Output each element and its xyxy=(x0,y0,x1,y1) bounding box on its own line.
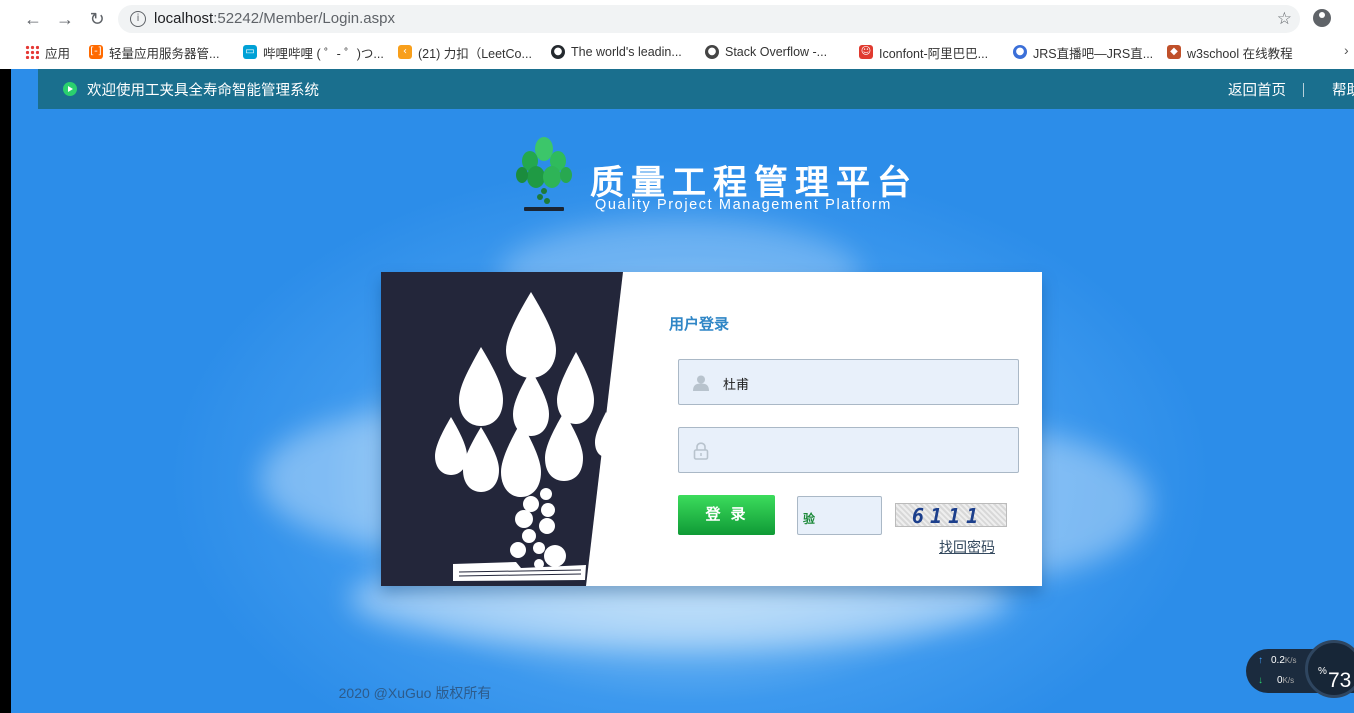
memory-gauge[interactable]: 73% xyxy=(1305,640,1354,698)
iconfont-icon: ☺ xyxy=(859,45,873,59)
bookmark-item[interactable]: ☺ Iconfont-阿里巴巴... xyxy=(859,43,988,61)
bookmark-item[interactable]: ◆ w3school 在线教程 xyxy=(1167,43,1293,61)
verify-icon: 验 xyxy=(803,512,816,526)
captcha-image[interactable]: 6111 xyxy=(895,503,1007,527)
reload-icon[interactable]: ↻ xyxy=(86,8,108,30)
play-circle-icon xyxy=(63,82,77,96)
top-header-bar: 欢迎使用工夹具全寿命智能管理系统 返回首页 帮助 xyxy=(38,69,1354,109)
bilibili-icon: ▭ xyxy=(243,45,257,59)
gauge-percent: 73 xyxy=(1328,669,1352,692)
bookmark-star-icon[interactable]: ☆ xyxy=(1277,9,1292,29)
download-arrow-icon: ↓ xyxy=(1258,675,1263,686)
tree-logo-icon xyxy=(516,137,572,211)
stackoverflow-icon: ● xyxy=(705,45,719,59)
login-panel: 用户登录 登录 验 6111 找回密码 xyxy=(381,272,1042,586)
w3school-icon: ◆ xyxy=(1167,45,1181,59)
left-window-edge xyxy=(0,69,11,713)
bookmark-item[interactable]: ● The world's leadin... xyxy=(551,43,682,61)
header-divider xyxy=(1303,83,1304,97)
bookmark-label: (21) 力扣（LeetCo... xyxy=(418,46,532,61)
welcome-text: 欢迎使用工夹具全寿命智能管理系统 xyxy=(87,83,319,99)
lock-icon xyxy=(693,442,709,460)
bookmark-label: 应用 xyxy=(45,46,71,61)
copyright-text: 2020 @XuGuo 版权所有 xyxy=(338,685,492,701)
bookmark-label: JRS直播吧—JRS直... xyxy=(1033,46,1154,61)
home-link[interactable]: 返回首页 xyxy=(1228,79,1286,100)
password-input[interactable] xyxy=(721,438,1005,464)
info-icon[interactable]: i xyxy=(130,11,146,27)
bookmark-item[interactable]: ● Stack Overflow -... xyxy=(705,43,827,61)
bookmark-apps[interactable]: 应用 xyxy=(25,43,70,61)
forgot-password-link[interactable]: 找回密码 xyxy=(939,537,995,557)
leetcode-icon: ‹ xyxy=(398,45,412,59)
aliyun-icon: [-] xyxy=(89,45,103,59)
login-title: 用户登录 xyxy=(669,316,730,333)
bookmark-item[interactable]: ● JRS直播吧—JRS直... xyxy=(1013,43,1153,61)
login-page: 欢迎使用工夹具全寿命智能管理系统 返回首页 帮助 质量工程管理平台 Qualit… xyxy=(0,69,1354,713)
url-text[interactable]: localhost:52242/Member/Login.aspx xyxy=(154,10,395,27)
login-button[interactable]: 登录 xyxy=(678,495,775,535)
upload-value: 0.2 xyxy=(1271,655,1285,666)
user-icon xyxy=(693,375,709,391)
browser-toolbar: ← → ↻ i localhost:52242/Member/Login.asp… xyxy=(0,0,1354,38)
captcha-text: 6111 xyxy=(912,504,985,527)
bookmark-label: 哔哩哔哩 ( ゜- ゜)つ... xyxy=(263,46,384,61)
url-host: localhost xyxy=(154,10,214,27)
bookmark-item[interactable]: ‹ (21) 力扣（LeetCo... xyxy=(398,43,532,61)
gauge-percent-unit: % xyxy=(1318,666,1327,677)
bookmark-label: Stack Overflow -... xyxy=(725,45,828,59)
verification-code-input[interactable]: 验 xyxy=(797,496,882,535)
help-link[interactable]: 帮助 xyxy=(1332,79,1354,100)
jrs-icon: ● xyxy=(1013,45,1027,59)
bookmarks-bar: 应用 [-] 轻量应用服务器管... ▭ 哔哩哔哩 ( ゜- ゜)つ... ‹ (21… xyxy=(0,38,1354,66)
username-input[interactable] xyxy=(721,370,1005,396)
platform-subtitle: Quality Project Management Platform xyxy=(595,197,892,213)
upload-arrow-icon: ↑ xyxy=(1258,655,1263,666)
footer: 2020 @XuGuo 版权所有 xyxy=(0,683,1354,703)
address-bar[interactable]: i localhost:52242/Member/Login.aspx ☆ xyxy=(118,5,1300,33)
bookmark-label: 轻量应用服务器管... xyxy=(109,46,220,61)
url-path: :52242/Member/Login.aspx xyxy=(213,10,395,27)
bookmark-label: w3school 在线教程 xyxy=(1187,46,1293,61)
github-icon: ● xyxy=(551,45,565,59)
username-field[interactable] xyxy=(678,359,1019,405)
password-field[interactable] xyxy=(678,427,1019,473)
upload-unit: K/s xyxy=(1284,656,1297,665)
apps-grid-icon xyxy=(25,45,39,59)
bookmarks-overflow-chevron-icon[interactable]: › xyxy=(1344,42,1349,58)
upload-speed: ↑ 0.2K/s xyxy=(1258,655,1296,666)
account-avatar-icon[interactable] xyxy=(1313,9,1331,27)
forward-arrow-icon[interactable]: → xyxy=(54,8,76,30)
back-arrow-icon[interactable]: ← xyxy=(22,8,44,30)
browser-chrome: ← → ↻ i localhost:52242/Member/Login.asp… xyxy=(0,0,1354,70)
bookmark-label: Iconfont-阿里巴巴... xyxy=(879,46,989,61)
download-unit: K/s xyxy=(1282,676,1295,685)
bookmark-item[interactable]: [-] 轻量应用服务器管... xyxy=(89,43,219,61)
bookmark-item[interactable]: ▭ 哔哩哔哩 ( ゜- ゜)つ... xyxy=(243,43,384,61)
bookmark-label: The world's leadin... xyxy=(571,45,682,59)
download-speed: ↓ 0K/s xyxy=(1258,675,1294,686)
